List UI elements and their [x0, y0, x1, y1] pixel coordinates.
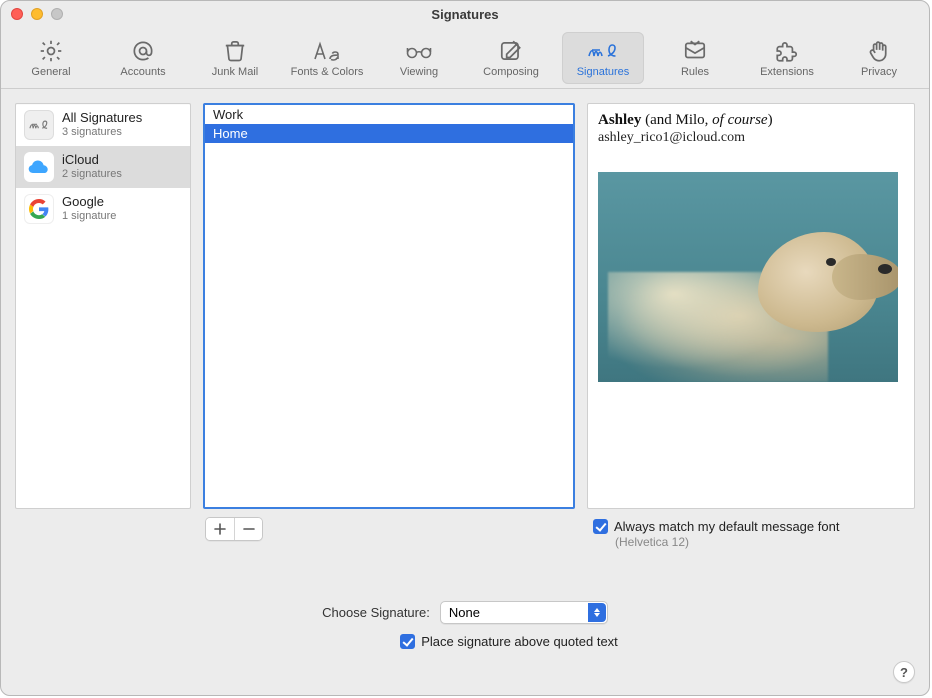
hand-icon: [866, 38, 892, 64]
window-title: Signatures: [1, 7, 929, 22]
match-font-sublabel: (Helvetica 12): [615, 535, 839, 549]
signature-icon: [586, 38, 620, 64]
preferences-toolbar: General Accounts Junk Mail Fonts & Color…: [1, 27, 929, 89]
tab-accounts[interactable]: Accounts: [102, 32, 184, 84]
tab-signatures[interactable]: Signatures: [562, 32, 644, 84]
rules-icon: [682, 38, 708, 64]
signature-item-home[interactable]: Home: [205, 124, 573, 143]
tab-extensions[interactable]: Extensions: [746, 32, 828, 84]
remove-signature-button[interactable]: [234, 518, 262, 540]
account-name: iCloud: [62, 153, 122, 168]
all-signatures-icon: [24, 110, 54, 140]
account-count: 2 signatures: [62, 168, 122, 181]
choose-signature-label: Choose Signature:: [322, 605, 430, 620]
tab-privacy[interactable]: Privacy: [838, 32, 920, 84]
signature-editor[interactable]: Ashley (and Milo, of course) ashley_rico…: [587, 103, 915, 509]
place-above-label: Place signature above quoted text: [421, 634, 618, 649]
signature-item-work[interactable]: Work: [205, 105, 573, 124]
choose-signature-value: None: [449, 605, 480, 620]
font-icon: [311, 38, 343, 64]
signature-list[interactable]: Work Home: [203, 103, 575, 509]
account-row-all[interactable]: All Signatures 3 signatures: [16, 104, 190, 146]
tab-fonts-colors[interactable]: Fonts & Colors: [286, 32, 368, 84]
add-remove-control: [205, 517, 263, 541]
add-signature-button[interactable]: [206, 518, 234, 540]
signature-name-italic: of course: [712, 112, 767, 128]
plus-icon: [214, 523, 226, 535]
help-button[interactable]: ?: [893, 661, 915, 683]
minus-icon: [243, 523, 255, 535]
match-font-group: Always match my default message font (He…: [593, 519, 839, 549]
signature-name-line[interactable]: Ashley (and Milo, of course): [598, 112, 904, 129]
trash-icon: [222, 38, 248, 64]
at-sign-icon: [130, 38, 156, 64]
account-count: 3 signatures: [62, 126, 142, 139]
signature-email[interactable]: ashley_rico1@icloud.com: [598, 130, 904, 146]
glasses-icon: [404, 38, 434, 64]
help-icon: ?: [900, 665, 908, 680]
signature-name-bold: Ashley: [598, 112, 641, 128]
select-arrows-icon: [588, 603, 606, 622]
tab-junk-mail[interactable]: Junk Mail: [194, 32, 276, 84]
account-count: 1 signature: [62, 210, 116, 223]
tab-rules[interactable]: Rules: [654, 32, 736, 84]
content-area: All Signatures 3 signatures iCloud 2 sig…: [1, 89, 929, 695]
account-row-google[interactable]: Google 1 signature: [16, 188, 190, 230]
icloud-icon: [24, 152, 54, 182]
account-row-icloud[interactable]: iCloud 2 signatures: [16, 146, 190, 188]
account-name: All Signatures: [62, 111, 142, 126]
google-icon: [24, 194, 54, 224]
place-above-checkbox[interactable]: [400, 634, 415, 649]
signature-name-rest: (and Milo,: [641, 112, 712, 128]
accounts-list[interactable]: All Signatures 3 signatures iCloud 2 sig…: [15, 103, 191, 509]
choose-signature-select[interactable]: None: [440, 601, 608, 624]
gear-icon: [38, 38, 64, 64]
match-font-checkbox[interactable]: [593, 519, 608, 534]
puzzle-icon: [774, 38, 800, 64]
titlebar: Signatures: [1, 1, 929, 27]
account-name: Google: [62, 195, 116, 210]
match-font-label: Always match my default message font: [614, 519, 839, 534]
tab-viewing[interactable]: Viewing: [378, 32, 460, 84]
signature-image[interactable]: [598, 172, 898, 382]
tab-general[interactable]: General: [10, 32, 92, 84]
preferences-window: Signatures General Accounts Junk Mail Fo…: [0, 0, 930, 696]
tab-composing[interactable]: Composing: [470, 32, 552, 84]
compose-icon: [498, 38, 524, 64]
signature-name-tail: ): [768, 112, 773, 128]
